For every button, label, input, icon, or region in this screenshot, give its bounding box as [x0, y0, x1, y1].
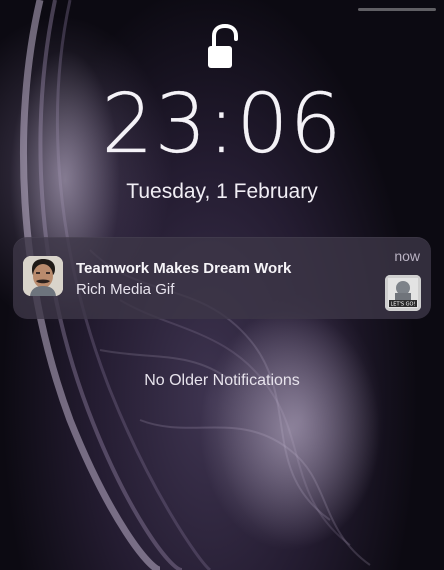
lock-screen-time: 23:06 — [101, 77, 343, 172]
notification-title: Teamwork Makes Dream Work — [76, 260, 292, 277]
notification-card[interactable]: Teamwork Makes Dream Work Rich Media Gif… — [13, 237, 431, 319]
no-older-notifications-text: No Older Notifications — [144, 372, 300, 389]
unlocked-padlock-icon — [202, 23, 246, 72]
notification-gif-thumbnail[interactable]: LET'S GO! — [385, 275, 421, 311]
person-avatar-icon — [23, 256, 63, 296]
notification-time: now — [394, 248, 420, 264]
gif-thumbnail-caption: LET'S GO! — [391, 302, 416, 308]
notification-subtitle: Rich Media Gif — [76, 281, 175, 298]
top-status-indicator — [358, 8, 436, 11]
lock-screen-date: Tuesday, 1 February — [126, 180, 318, 203]
